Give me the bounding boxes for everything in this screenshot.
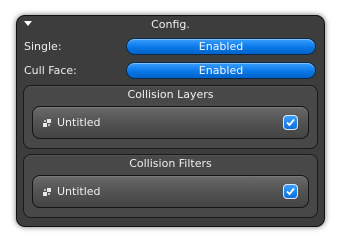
cull-face-label: Cull Face:	[24, 64, 77, 77]
single-toggle-button[interactable]: Enabled	[126, 38, 316, 55]
config-panel: Config. Single: Enabled Cull Face: Enabl…	[16, 15, 325, 227]
collision-filter-checkbox[interactable]	[283, 184, 298, 199]
collision-filter-item[interactable]: Untitled	[32, 175, 309, 208]
collision-filters-title: Collision Filters	[129, 157, 212, 170]
layer-icon	[43, 119, 51, 127]
checkmark-icon	[286, 187, 295, 196]
config-header[interactable]: Config.	[17, 16, 324, 35]
checkmark-icon	[286, 118, 295, 127]
collision-layer-item[interactable]: Untitled	[32, 106, 309, 139]
collision-layer-checkbox[interactable]	[283, 115, 298, 130]
config-title: Config.	[151, 18, 190, 31]
collision-layer-label: Untitled	[57, 116, 101, 129]
collision-filters-group: Collision Filters Untitled	[23, 154, 318, 218]
layer-icon	[43, 188, 51, 196]
collision-layers-group: Collision Layers Untitled	[23, 85, 318, 149]
collision-filter-label: Untitled	[57, 185, 101, 198]
cull-face-toggle-button[interactable]: Enabled	[126, 62, 316, 79]
single-label: Single:	[24, 40, 62, 53]
collision-layers-title: Collision Layers	[127, 88, 214, 101]
